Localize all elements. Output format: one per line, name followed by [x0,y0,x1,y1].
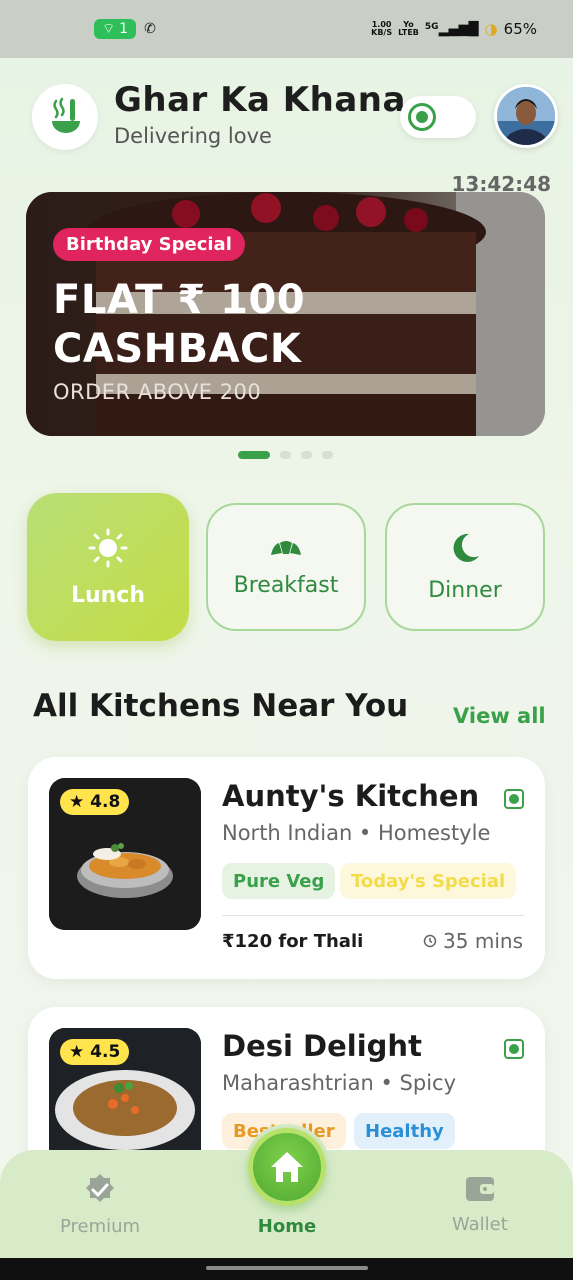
wallet-icon [465,1177,494,1201]
delivery-time-value: 35 mins [443,929,523,953]
kitchen-card[interactable]: ★ 4.8 Aunty's Kitchen North Indian • Hom… [28,757,545,979]
hotspot-icon: ⌔ [102,21,116,37]
whatsapp-icon: ✆ [144,21,156,37]
croissant-icon [271,540,301,555]
tab-lunch[interactable]: Lunch [27,493,189,641]
card-divider [222,915,524,916]
hotspot-count: 1 [119,21,129,37]
promo-title: FLAT ₹ 100 CASHBACK [53,277,306,372]
battery-icon: ◑ [484,20,498,38]
nav-wallet-label: Wallet [452,1214,508,1235]
kitchen-name: Aunty's Kitchen [222,779,480,813]
app-subtitle: Delivering love [114,124,272,148]
avatar-photo [497,87,555,145]
veg-toggle-knob [408,103,436,131]
carousel-dots [238,451,333,459]
signal-icon: 5G▂▄▆█ [424,21,479,37]
app-logo[interactable] [32,84,98,150]
kitchen-cuisine: North Indian • Homestyle [222,821,491,845]
delivery-time: 35 mins [423,929,523,953]
promo-banner[interactable]: Birthday Special FLAT ₹ 100 CASHBACK ORD… [26,192,545,436]
verified-badge-icon [86,1174,115,1202]
network-type: 5G [424,21,439,32]
kitchen-name: Desi Delight [222,1029,422,1063]
nav-wallet[interactable]: Wallet [452,1172,508,1235]
hotspot-badge: ⌔ 1 [94,19,137,39]
nav-premium[interactable]: Premium [60,1172,140,1237]
rating-badge: ★ 4.5 [60,1039,130,1065]
ladle-icon [52,97,80,133]
kitchen-price: ₹120 for Thali [222,931,364,952]
promo-subtitle: ORDER ABOVE 200 [53,380,262,404]
section-title: All Kitchens Near You [33,688,409,724]
home-icon [271,1152,303,1182]
carousel-dot[interactable] [322,451,333,459]
tab-dinner-label: Dinner [428,577,502,603]
tag-pure-veg: Pure Veg [222,863,336,899]
nav-home[interactable] [244,1124,330,1210]
battery-level: 65% [503,20,537,38]
veg-indicator-icon [504,1039,524,1059]
app-title: Ghar Ka Khana [114,80,406,120]
veg-mode-toggle[interactable] [400,96,476,138]
sun-icon [88,528,128,567]
app-header: Ghar Ka Khana Delivering love [32,80,558,150]
nav-home-label: Home [257,1216,317,1237]
veg-indicator-icon [504,789,524,809]
net-speed-unit: KB/S [371,28,393,37]
volte-indicator: Yo LTEB [398,21,419,37]
tab-lunch-label: Lunch [70,582,146,608]
volte-bottom: LTEB [398,28,419,37]
tab-dinner[interactable]: Dinner [385,503,545,631]
kitchen-image: ★ 4.8 [49,778,201,930]
carousel-dot[interactable] [280,451,291,459]
status-bar: 13:42:48 ⌔ 1 ✆ 1.00 KB/S Yo LTEB 5G▂▄▆█ … [0,0,573,196]
view-all-link[interactable]: View all [453,704,546,728]
tag-todays-special: Today's Special [340,863,517,899]
nav-home-button[interactable] [248,1128,326,1206]
moon-icon [453,533,479,562]
kitchen-cuisine: Maharashtrian • Spicy [222,1071,457,1095]
tab-breakfast[interactable]: Breakfast [206,503,366,631]
tag-healthy: Healthy [354,1113,455,1149]
nav-premium-label: Premium [60,1216,141,1237]
gesture-handle[interactable] [206,1266,368,1270]
rating-badge: ★ 4.8 [60,789,130,815]
carousel-dot[interactable] [301,451,312,459]
net-speed: 1.00 KB/S [371,21,392,37]
tab-breakfast-label: Breakfast [233,572,339,598]
profile-avatar[interactable] [494,84,558,148]
carousel-dot[interactable] [238,451,270,459]
promo-badge: Birthday Special [53,228,245,261]
clock-icon [423,934,437,948]
